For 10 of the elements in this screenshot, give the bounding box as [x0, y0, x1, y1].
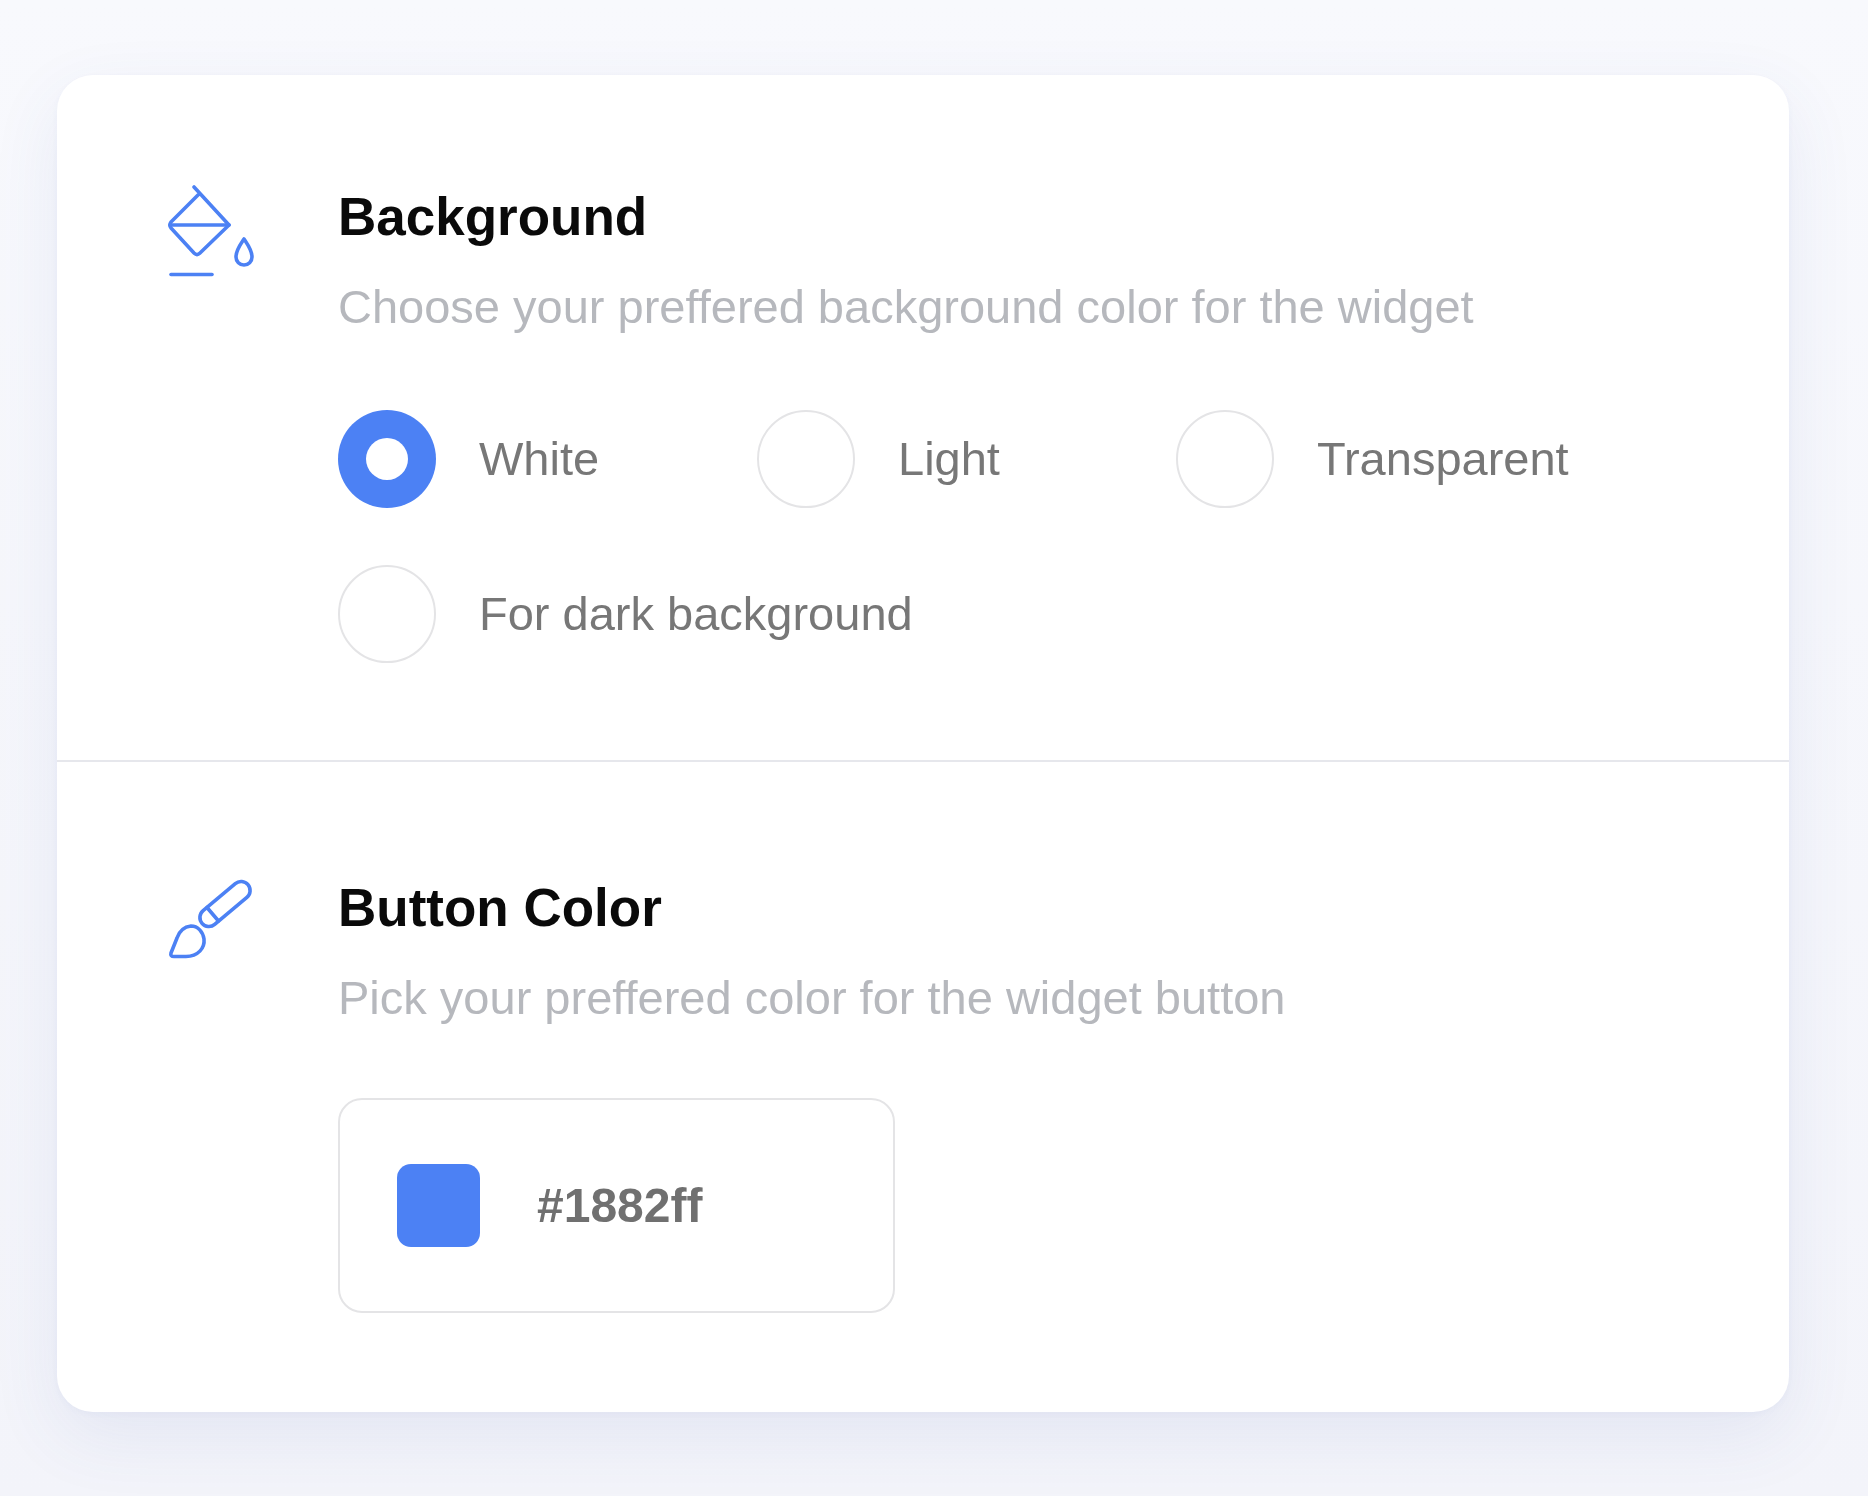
- radio-label[interactable]: Transparent: [1317, 431, 1569, 487]
- paint-bucket-icon: [167, 185, 255, 277]
- color-input-field[interactable]: #1882ff: [338, 1098, 895, 1313]
- radio-label[interactable]: For dark background: [479, 586, 913, 642]
- section-description: Pick your preffered color for the widget button: [338, 970, 1286, 1026]
- radio-label[interactable]: Light: [898, 431, 1000, 487]
- section-description: Choose your preffered background color for the widget: [338, 279, 1474, 335]
- section-title: Button Color: [338, 877, 662, 939]
- radio-label[interactable]: White: [479, 431, 600, 487]
- section-title: Background: [338, 186, 648, 248]
